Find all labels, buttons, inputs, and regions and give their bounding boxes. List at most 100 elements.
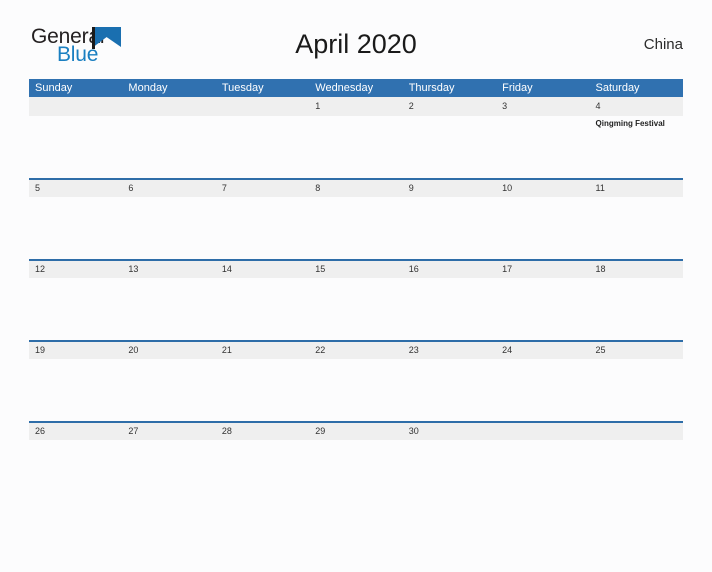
day-cell[interactable]: 26	[29, 423, 122, 440]
day-number: 11	[595, 183, 605, 193]
day-number: 12	[35, 264, 46, 274]
day-cell[interactable]: 2	[403, 97, 496, 116]
day-event-cell-empty	[309, 359, 402, 419]
day-number: 30	[408, 426, 419, 436]
day-event-cell-empty	[29, 278, 122, 338]
day-cell[interactable]: 18	[590, 261, 683, 278]
calendar-weeks: 1 2 3 4 Qingming Festival 5 6 7 8 9 10 11 12 13 14 15 16…	[29, 97, 683, 481]
week-event-area: Qingming Festival	[29, 116, 683, 176]
day-event-cell-empty	[403, 197, 496, 257]
calendar-week-row: 26 27 28 29 30	[29, 421, 683, 481]
day-cell[interactable]: 16	[403, 261, 496, 278]
calendar-week-row: 12 13 14 15 16 17 18	[29, 259, 683, 340]
day-event-cell-empty	[122, 359, 215, 419]
day-event-cell-empty	[590, 440, 683, 500]
page-title: April 2020	[295, 29, 417, 59]
day-cell[interactable]: 14	[216, 261, 309, 278]
weekday-header-saturday: Saturday	[595, 82, 640, 94]
day-number: 21	[221, 345, 232, 355]
day-cell-empty	[122, 97, 215, 116]
day-cell[interactable]: 15	[309, 261, 402, 278]
weekday-header-wednesday: Wednesday	[315, 82, 374, 94]
page-header: General Blue April 2020 China	[29, 22, 683, 74]
day-cell[interactable]: 12	[29, 261, 122, 278]
week-event-area	[29, 197, 683, 257]
day-number: 1	[315, 101, 321, 111]
day-number: 8	[315, 183, 321, 193]
day-event-cell-empty	[122, 440, 215, 500]
day-number: 29	[315, 426, 326, 436]
calendar-grid: Sunday Monday Tuesday Wednesday Thursday…	[29, 79, 683, 481]
day-event-cell-empty	[122, 197, 215, 257]
day-cell[interactable]: 13	[122, 261, 215, 278]
day-cell[interactable]: 10	[496, 180, 589, 197]
day-cell[interactable]: 24	[496, 342, 589, 359]
weekday-header-friday: Friday	[502, 82, 533, 94]
day-cell[interactable]: 27	[122, 423, 215, 440]
day-number: 28	[221, 426, 232, 436]
day-cell[interactable]: 23	[403, 342, 496, 359]
day-cell-empty	[590, 423, 683, 440]
day-number: 16	[408, 264, 419, 274]
day-cell[interactable]: 9	[403, 180, 496, 197]
day-cell[interactable]: 1	[309, 97, 402, 116]
day-event-cell-empty	[590, 278, 683, 338]
day-cell[interactable]: 30	[403, 423, 496, 440]
week-date-band: 1 2 3 4	[29, 97, 683, 116]
day-number: 25	[595, 345, 606, 355]
day-cell-empty	[216, 97, 309, 116]
week-date-band: 19 20 21 22 23 24 25	[29, 340, 683, 359]
day-event-cell-empty	[496, 278, 589, 338]
day-event-cell-empty	[216, 278, 309, 338]
day-event-cell-empty	[309, 278, 402, 338]
day-event-cell-empty	[29, 440, 122, 500]
day-event-cell[interactable]: Qingming Festival	[590, 116, 683, 176]
day-number: 6	[128, 183, 134, 193]
day-event-cell-empty	[216, 359, 309, 419]
day-number: 9	[408, 183, 414, 193]
day-number: 24	[502, 345, 513, 355]
day-event-cell-empty	[122, 116, 215, 176]
week-event-area	[29, 440, 683, 500]
day-event-cell-empty	[496, 359, 589, 419]
calendar-week-row: 1 2 3 4 Qingming Festival	[29, 97, 683, 178]
day-cell[interactable]: 17	[496, 261, 589, 278]
day-cell[interactable]: 8	[309, 180, 402, 197]
day-number: 5	[35, 183, 41, 193]
week-event-area	[29, 278, 683, 338]
day-cell[interactable]: 11	[590, 180, 683, 197]
day-cell[interactable]: 6	[122, 180, 215, 197]
day-cell[interactable]: 22	[309, 342, 402, 359]
day-number: 7	[221, 183, 227, 193]
day-event-cell-empty	[496, 440, 589, 500]
day-cell[interactable]: 20	[122, 342, 215, 359]
day-number: 27	[128, 426, 139, 436]
day-number: 4	[595, 101, 601, 111]
day-event-label: Qingming Festival	[595, 119, 665, 128]
day-cell-empty	[29, 97, 122, 116]
day-number: 18	[595, 264, 606, 274]
day-cell[interactable]: 5	[29, 180, 122, 197]
day-event-cell-empty	[216, 197, 309, 257]
weekday-header-sunday: Sunday	[35, 82, 73, 94]
day-cell[interactable]: 21	[216, 342, 309, 359]
day-event-cell-empty	[403, 278, 496, 338]
day-number: 23	[408, 345, 419, 355]
day-cell[interactable]: 19	[29, 342, 122, 359]
day-event-cell-empty	[309, 116, 402, 176]
day-event-cell-empty	[403, 116, 496, 176]
week-event-area	[29, 359, 683, 419]
day-number: 19	[35, 345, 46, 355]
day-event-cell-empty	[590, 197, 683, 257]
day-cell[interactable]: 25	[590, 342, 683, 359]
day-cell[interactable]: 3	[496, 97, 589, 116]
day-cell[interactable]: 7	[216, 180, 309, 197]
day-event-cell-empty	[29, 116, 122, 176]
weekday-header-row: Sunday Monday Tuesday Wednesday Thursday…	[29, 79, 683, 97]
day-number: 22	[315, 345, 326, 355]
day-number: 20	[128, 345, 139, 355]
day-cell[interactable]: 28	[216, 423, 309, 440]
day-event-cell-empty	[403, 440, 496, 500]
day-cell[interactable]: 29	[309, 423, 402, 440]
day-cell[interactable]: 4	[590, 97, 683, 116]
